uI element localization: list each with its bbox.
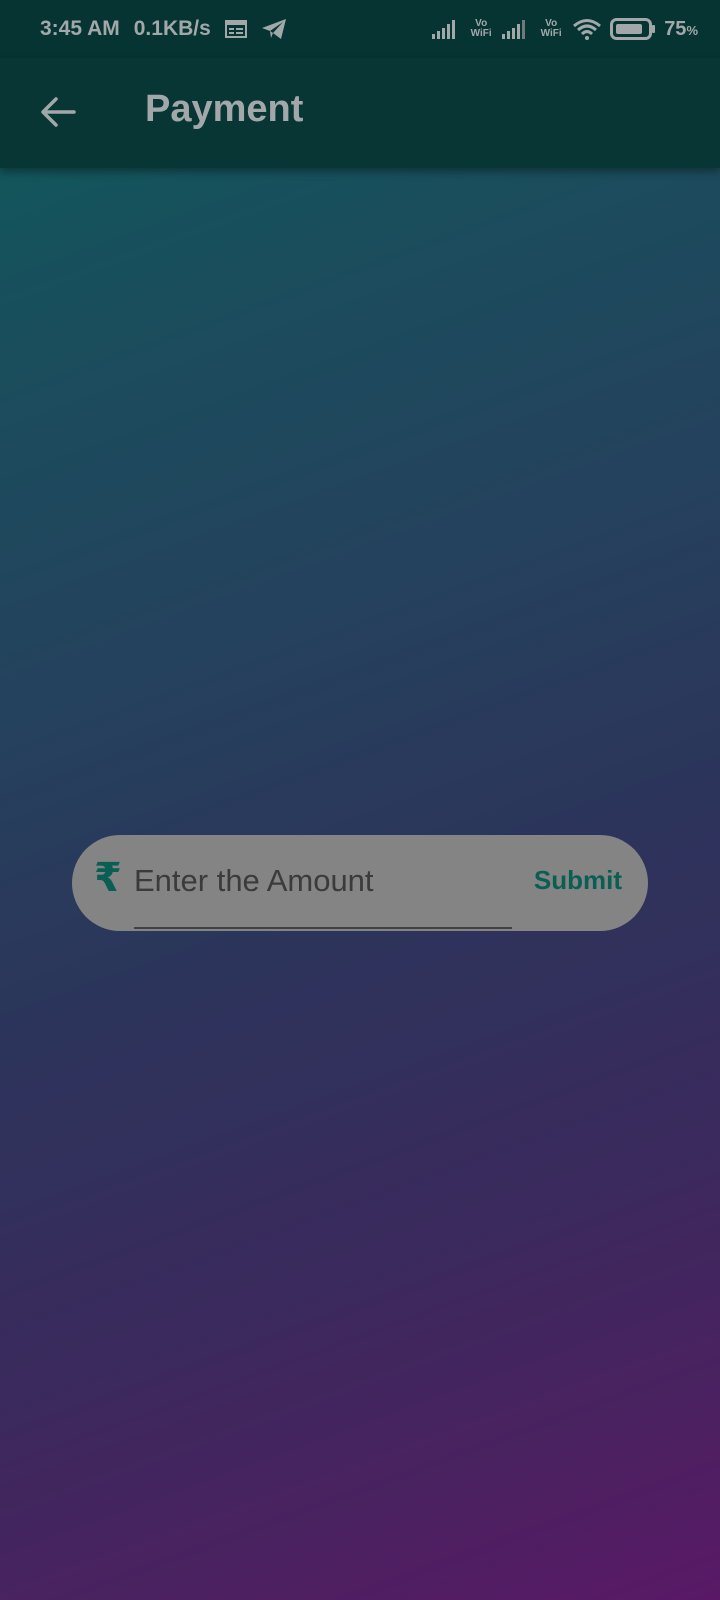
signal-icon [502,19,530,39]
app-bar: Payment [0,58,720,168]
battery-percent: 75% [664,17,698,40]
network-speed: 0.1KB/s [133,17,211,40]
arrow-back-icon [41,97,76,127]
wifi-icon [572,18,602,40]
amount-input[interactable] [134,835,512,929]
battery-icon [610,18,656,40]
payment-amount-card: ₹ Submit [72,835,648,931]
vowifi-label: Vo WiFi [540,18,562,39]
status-time: 3:45 AM [40,17,120,40]
calendar-icon [224,19,247,39]
telegram-icon [261,18,287,40]
payment-screen: 3:45 AM 0.1KB/s Vo WiFi Vo WiFi 75% Paym… [0,0,720,1600]
rupee-icon: ₹ [94,855,122,901]
signal-icon [432,19,460,39]
submit-button[interactable]: Submit [534,865,622,896]
back-button[interactable] [34,88,82,136]
status-bar: 3:45 AM 0.1KB/s Vo WiFi Vo WiFi 75% [0,0,720,58]
screen-dim-overlay [0,0,720,1600]
page-title: Payment [145,88,304,130]
vowifi-label: Vo WiFi [470,18,492,39]
